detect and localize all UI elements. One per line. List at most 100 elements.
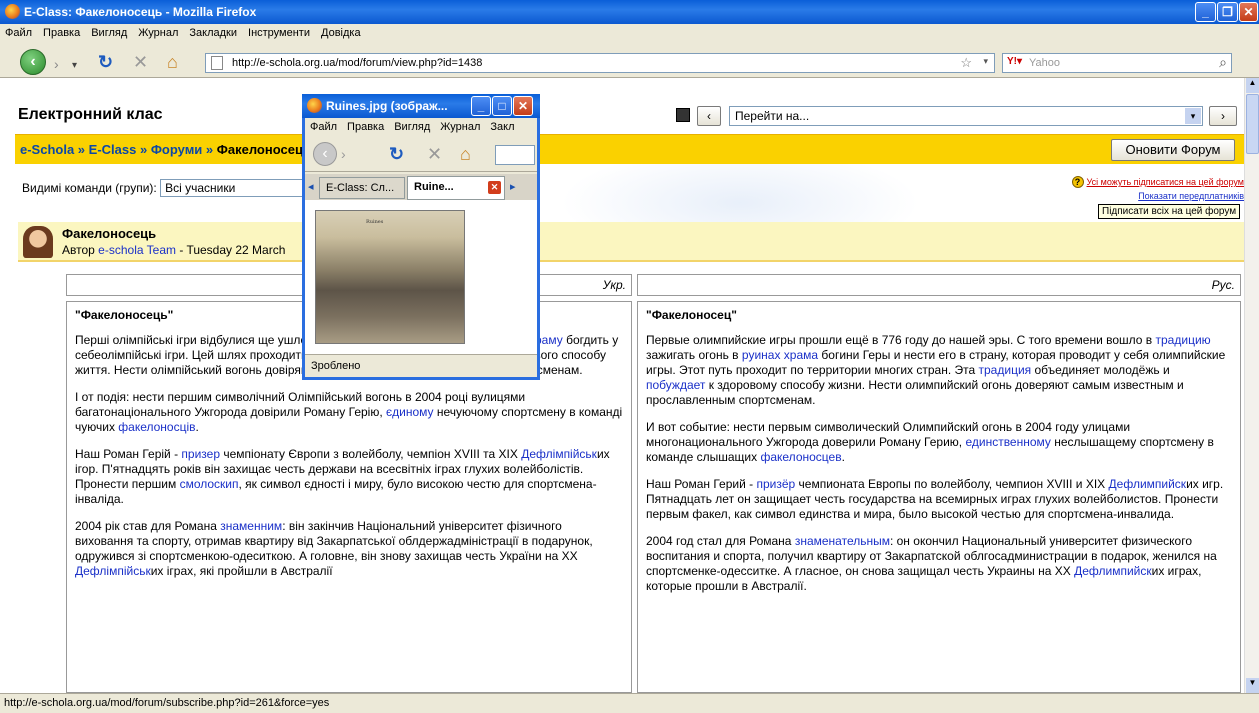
glossary-link[interactable]: факелоносцев	[760, 450, 841, 464]
reload-icon[interactable]: ↻	[98, 52, 113, 72]
popup-tab-close-icon[interactable]: ✕	[488, 181, 501, 194]
page-icon	[211, 56, 223, 70]
menu-tools[interactable]: Інструменти	[243, 24, 316, 39]
glossary-link[interactable]: Дефлимпийск	[1109, 477, 1187, 491]
url-dropdown-icon[interactable]: ▾	[983, 56, 988, 67]
scroll-thumb[interactable]	[1246, 94, 1259, 154]
post-date: - Tuesday 22 March	[176, 243, 286, 257]
text-segment: Перші олімпійські ігри відбулися ще у	[75, 333, 284, 347]
url-text: http://e-schola.org.ua/mod/forum/view.ph…	[232, 57, 483, 69]
update-forum-button[interactable]: Оновити Форум	[1111, 139, 1235, 161]
firefox-icon	[307, 98, 322, 113]
search-icon[interactable]: ⌕	[1219, 54, 1227, 71]
text-segment: .	[841, 450, 845, 464]
menu-help[interactable]: Довідка	[316, 24, 367, 39]
glossary-link[interactable]: факелоносців	[118, 420, 195, 434]
status-bar: http://e-schola.org.ua/mod/forum/subscri…	[0, 693, 1259, 713]
save-icon[interactable]	[676, 108, 690, 122]
glossary-link[interactable]: Дефлимпийск	[1074, 564, 1152, 578]
forward-icon[interactable]: ›	[54, 54, 59, 74]
popup-tab-scroll-left-icon[interactable]: ◂	[308, 180, 314, 193]
popup-close-button[interactable]: ✕	[513, 96, 533, 116]
popup-reload-icon[interactable]: ↻	[389, 144, 404, 165]
scroll-down-icon[interactable]: ▼	[1246, 678, 1259, 693]
subscribe-link[interactable]: Усі можуть підписатися на цей форум	[1087, 177, 1244, 187]
text-segment: Наш Роман Герій -	[75, 447, 182, 461]
glossary-link[interactable]: традицию	[1156, 333, 1211, 347]
menu-view[interactable]: Вигляд	[86, 24, 133, 39]
breadcrumb-item-forums[interactable]: Форуми	[151, 142, 202, 157]
avatar	[23, 226, 53, 258]
popup-home-icon[interactable]: ⌂	[460, 144, 471, 165]
close-button[interactable]: ✕	[1239, 2, 1258, 22]
groups-select[interactable]: Всі учасники	[160, 179, 311, 197]
popup-menu-history[interactable]: Журнал	[435, 118, 485, 133]
home-icon[interactable]: ⌂	[167, 52, 178, 72]
url-field[interactable]: http://e-schola.org.ua/mod/forum/view.ph…	[205, 53, 995, 73]
show-subscribers-link[interactable]: Показати передплатників	[1138, 191, 1244, 201]
glossary-link[interactable]: традиция	[979, 363, 1032, 377]
text-segment: Наш Роман Герий -	[646, 477, 757, 491]
popup-tab-eclass[interactable]: E-Class: Сл...	[319, 177, 405, 199]
next-activity-button[interactable]: ›	[1209, 106, 1237, 126]
image-popup-window[interactable]: Ruines.jpg (зображ... _ □ ✕ Файл Правка Ви…	[302, 94, 540, 380]
glossary-link[interactable]: единственному	[965, 435, 1050, 449]
author-link[interactable]: e-schola Team	[98, 243, 176, 257]
chevron-down-icon[interactable]: ▾	[1185, 108, 1201, 124]
popup-forward-icon[interactable]: ›	[341, 146, 346, 162]
help-icon[interactable]: ?	[1071, 176, 1084, 188]
popup-minimize-button[interactable]: _	[471, 96, 491, 116]
ru-paragraph-4: 2004 год стал для Романа знаменательным:…	[646, 534, 1232, 594]
prev-activity-button[interactable]: ‹	[697, 106, 721, 126]
popup-menu-file[interactable]: Файл	[305, 118, 342, 133]
popup-menu-view[interactable]: Вигляд	[389, 118, 435, 133]
popup-menu-edit[interactable]: Правка	[342, 118, 389, 133]
ru-paragraph-2: И вот событие: нести первым символически…	[646, 420, 1232, 465]
glossary-link[interactable]: єдиному	[386, 405, 434, 419]
menu-file[interactable]: Файл	[0, 24, 38, 39]
menu-bookmarks[interactable]: Закладки	[184, 24, 243, 39]
scroll-up-icon[interactable]: ▲	[1246, 78, 1259, 93]
glossary-link[interactable]: руинах храма	[742, 348, 818, 362]
yahoo-icon[interactable]: Y!▾	[1007, 56, 1022, 67]
history-dropdown-icon[interactable]: ▾	[72, 56, 77, 76]
glossary-link[interactable]: знаменним	[220, 519, 282, 533]
glossary-link[interactable]: смолоскип	[180, 477, 239, 491]
text-segment: олімпійські ігри. Цей шлях проходить по	[100, 348, 324, 362]
glossary-link[interactable]: призер	[181, 447, 220, 461]
minimize-button[interactable]: _	[1195, 2, 1216, 22]
popup-tab-ruines[interactable]: Ruine... ✕	[407, 176, 505, 200]
popup-menu-bookmarks[interactable]: Закл	[485, 118, 519, 133]
menu-history[interactable]: Журнал	[133, 24, 184, 39]
popup-url-field[interactable]	[495, 145, 535, 165]
back-button[interactable]: ‹	[20, 49, 46, 75]
firefox-icon	[5, 4, 20, 19]
popup-stop-icon[interactable]: ✕	[427, 144, 442, 165]
search-field[interactable]: Y!▾ Yahoo ⌕	[1002, 53, 1232, 73]
glossary-link[interactable]: знаменательным	[795, 534, 890, 548]
glossary-link[interactable]: призёр	[756, 477, 795, 491]
popup-back-icon[interactable]: ‹	[313, 142, 337, 166]
glossary-link[interactable]: побуждает	[646, 378, 705, 392]
menu-edit[interactable]: Правка	[38, 24, 86, 39]
breadcrumb-sep: »	[202, 142, 217, 157]
stop-icon[interactable]: ✕	[133, 52, 148, 72]
vertical-scrollbar[interactable]: ▲ ▼	[1244, 78, 1259, 693]
popup-tab-scroll-right-icon[interactable]: ▸	[510, 180, 516, 193]
uk-paragraph-4: 2004 рік став для Романа знаменним: він …	[75, 519, 623, 579]
popup-menu-bar: Файл Правка Вигляд Журнал Закл	[305, 118, 537, 136]
jump-label: Перейти на...	[735, 109, 810, 123]
bookmark-star-icon[interactable]: ☆	[960, 55, 972, 71]
glossary-link[interactable]: Дефлімпійськ	[521, 447, 597, 461]
ru-lang-label: Рус.	[637, 274, 1241, 296]
ru-paragraph-1: Первые олимпийские игры прошли ещё в 776…	[646, 333, 1232, 408]
text-segment: 2004 рік став для Романа	[75, 519, 221, 533]
maximize-button[interactable]: ❐	[1217, 2, 1238, 22]
breadcrumb-item-eclass[interactable]: E-Class	[89, 142, 137, 157]
glossary-link[interactable]: Дефлімпійськ	[75, 564, 151, 578]
popup-maximize-button[interactable]: □	[492, 96, 512, 116]
author-prefix: Автор	[62, 243, 95, 257]
breadcrumb-item-eschola[interactable]: e-Schola	[20, 142, 74, 157]
jump-select[interactable]: Перейти на... ▾	[729, 106, 1203, 126]
window-title: E-Class: Факелоносець - Mozilla Firefox	[24, 5, 257, 19]
